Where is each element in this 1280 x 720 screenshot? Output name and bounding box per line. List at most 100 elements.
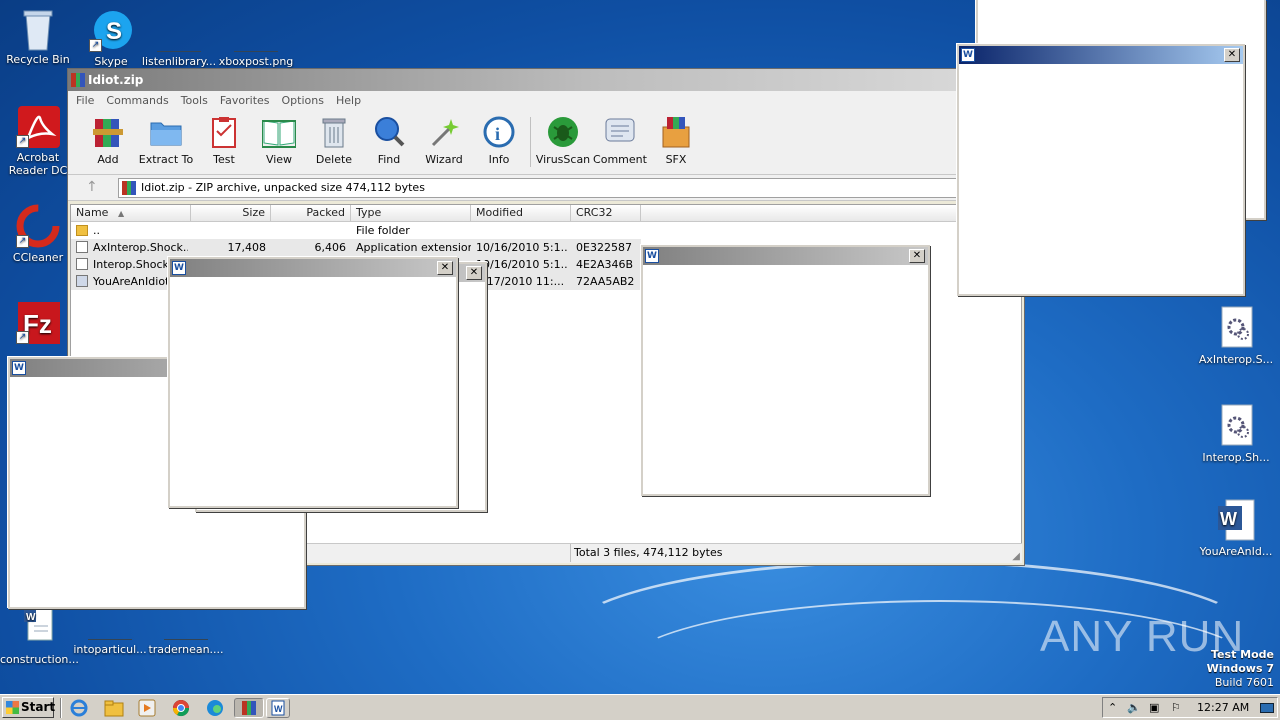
virusscan-button[interactable]: VirusScan [535,115,591,166]
desktop-icon-label: Interop.Sh... [1202,451,1270,464]
dll-file-icon [76,241,88,253]
system-tray: ⌃ 🔈 ▣ ⚐ 12:27 AM [1102,697,1278,718]
shortcut-arrow-icon: ↗ [16,235,29,248]
resize-grip-icon[interactable]: ◢ [1012,551,1020,562]
desktop-icon-listenlibrary[interactable]: listenlibrary... [141,8,217,68]
desktop-icon-construction[interactable]: W construction... [0,606,79,666]
file-size: 17,408 [227,241,267,254]
desktop-icon-recycle-bin[interactable]: Recycle Bin [0,6,76,66]
comment-icon [603,115,637,149]
archive-path-field[interactable]: Idiot.zip - ZIP archive, unpacked size 4… [118,178,1024,198]
sfx-box-icon [659,115,693,149]
popup-titlebar[interactable]: W ✕ [170,259,456,277]
file-row[interactable]: .. File folder [71,222,641,239]
column-type[interactable]: Type [351,205,471,222]
flag-icon[interactable]: ⚐ [1171,698,1181,717]
info-icon: i [482,115,516,149]
comment-button[interactable]: Comment [592,115,648,166]
file-row[interactable]: AxInterop.Shock... 17,408 6,406 Applicat… [71,239,641,256]
desktop-icon-label: CCleaner [12,251,64,264]
add-button[interactable]: Add [80,115,136,166]
desktop-icon-intoparticul[interactable]: intoparticul... [72,606,148,656]
menu-file[interactable]: File [70,91,100,111]
word-taskbar-icon[interactable]: W [266,698,290,718]
menu-options[interactable]: Options [276,91,330,111]
filezilla-icon: Fz ↗ [16,300,60,344]
wizard-button[interactable]: Wizard [416,115,472,166]
desktop-icon-xboxpost[interactable]: xboxpost.png [218,8,294,68]
desktop-icon-interop[interactable]: Interop.Sh... [1198,404,1274,464]
word-app-icon: W [12,361,26,375]
shortcut-arrow-icon: ↗ [89,39,102,52]
desktop-icon-youareanidiot[interactable]: W YouAreAnId... [1198,498,1274,558]
popup-window-center[interactable]: W ✕ [168,257,458,508]
folder-icon [149,115,183,149]
start-button[interactable]: Start [2,697,56,718]
winrar-title: Idiot.zip [88,73,144,87]
file-crc: 4E2A346B [576,258,634,271]
volume-icon[interactable]: 🔈 [1127,698,1141,717]
add-label: Add [97,153,119,166]
menu-help[interactable]: Help [330,91,367,111]
winrar-taskbar-icon[interactable] [234,698,264,718]
column-name[interactable]: Name ▲ [71,205,191,222]
desktop-icon-acrobat[interactable]: ↗ Acrobat Reader DC [0,104,76,177]
svg-text:W: W [1220,509,1237,529]
desktop-icon-ccleaner[interactable]: ↗ CCleaner [0,204,76,264]
clock[interactable]: 12:27 AM [1197,698,1249,717]
sort-asc-icon: ▲ [117,209,125,218]
bug-icon [546,115,580,149]
column-crc32[interactable]: CRC32 [571,205,641,222]
network-icon[interactable]: ▣ [1149,698,1159,717]
sfx-button[interactable]: SFX [648,115,704,166]
up-arrow-icon[interactable]: ↑ [86,179,98,195]
windows-logo-icon [6,701,19,714]
find-button[interactable]: Find [361,115,417,166]
close-icon[interactable]: ✕ [1224,48,1240,62]
close-icon[interactable]: ✕ [466,266,482,280]
info-button[interactable]: i Info [471,115,527,166]
test-button[interactable]: Test [196,115,252,166]
chrome-icon[interactable] [170,698,192,718]
word-app-icon: W [645,249,659,263]
virusscan-label: VirusScan [535,153,591,166]
start-label: Start [21,700,56,714]
column-packed[interactable]: Packed [271,205,351,222]
menu-tools[interactable]: Tools [175,91,214,111]
extract-to-button[interactable]: Extract To [138,115,194,166]
winrar-titlebar[interactable]: Idiot.zip [68,69,1024,91]
word-app-icon: W [172,261,186,275]
close-icon[interactable]: ✕ [437,261,453,275]
menu-favorites[interactable]: Favorites [214,91,276,111]
file-modified: 4/17/2010 11:... [476,275,565,288]
show-desktop-icon[interactable] [1260,703,1274,713]
file-explorer-icon[interactable] [103,698,125,718]
file-crc: 0E322587 [576,241,632,254]
desktop-icon-filezilla[interactable]: Fz ↗ [0,300,76,347]
view-button[interactable]: View [251,115,307,166]
desktop-icon-skype[interactable]: S ↗ Skype [73,8,149,68]
column-size[interactable]: Size [191,205,271,222]
desktop-icon-axinterop[interactable]: AxInterop.S... [1198,306,1274,366]
popup-titlebar[interactable]: W ✕ [643,247,928,265]
column-modified[interactable]: Modified [471,205,571,222]
close-icon[interactable]: ✕ [909,249,925,263]
delete-button[interactable]: Delete [306,115,362,166]
ie-icon[interactable] [68,698,90,718]
edge-icon[interactable] [204,698,226,718]
shortcut-arrow-icon: ↗ [16,331,29,344]
clipboard-check-icon [207,115,241,149]
popup-window-top-right[interactable]: W ✕ [957,44,1245,296]
popup-titlebar[interactable]: W ✕ [959,46,1243,64]
chevron-up-icon[interactable]: ⌃ [1108,698,1117,717]
desktop-icon-tradernean[interactable]: tradernean.... [148,606,224,656]
menu-commands[interactable]: Commands [100,91,174,111]
svg-text:S: S [106,18,122,45]
column-name-label: Name [76,206,109,219]
exe-file-icon [76,275,88,287]
document-icon [88,606,132,640]
popup-window-right[interactable]: W ✕ [641,245,930,496]
word-app-icon: W [961,48,975,62]
file-name: .. [93,224,100,237]
media-player-icon[interactable] [136,698,158,718]
